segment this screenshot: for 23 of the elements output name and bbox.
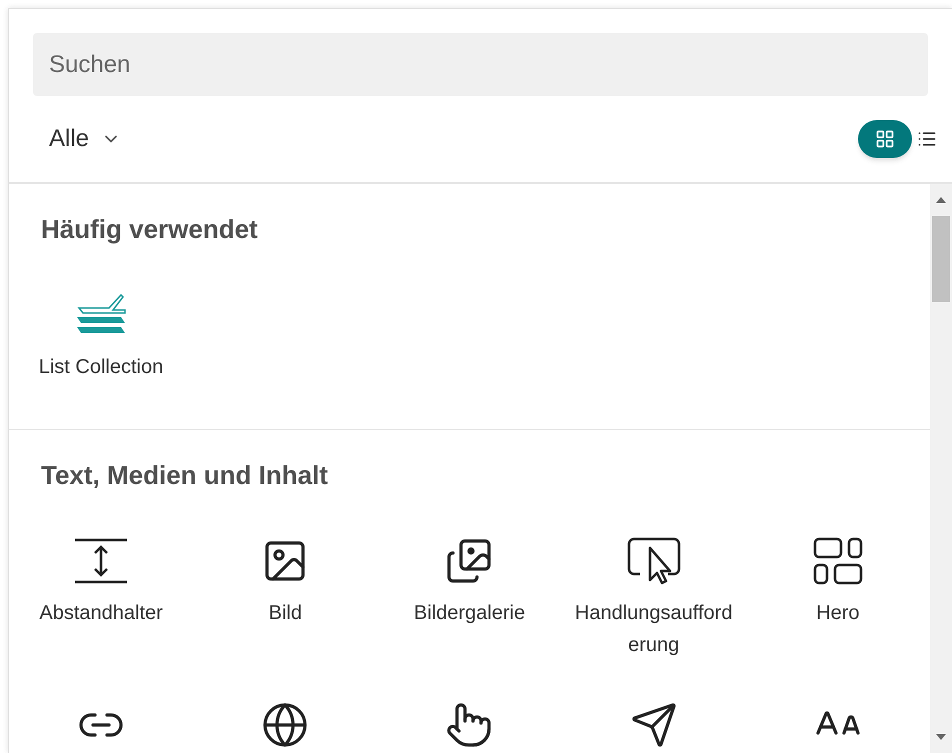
scroll-up-icon[interactable]	[936, 196, 946, 204]
webpart-label[interactable]: List Collection	[38, 351, 164, 383]
grid-icon	[875, 129, 895, 149]
search-field[interactable]: Suchen	[33, 33, 928, 96]
scrollbar-thumb[interactable]	[932, 216, 950, 302]
cursor-box-icon	[626, 536, 682, 586]
grid-view-button[interactable]	[858, 120, 912, 158]
hand-icon	[445, 701, 494, 749]
globe-icon	[261, 701, 310, 749]
filter-dropdown[interactable]: Alle	[33, 121, 122, 157]
images-icon	[445, 537, 494, 585]
scrollbar[interactable]	[930, 184, 952, 753]
layout-blocks-icon	[812, 537, 863, 585]
scroll-down-icon[interactable]	[936, 733, 946, 741]
webpart-label[interactable]: Bildergalerie	[414, 597, 526, 629]
paper-plane-icon	[630, 701, 678, 749]
webpart-label[interactable]: Bild	[268, 597, 302, 629]
section-heading: Text, Medien und Inhalt	[40, 459, 329, 492]
section-heading: Häufig verwendet	[40, 213, 259, 246]
webpart-label[interactable]: Handlungsaufforderung	[574, 597, 734, 661]
spacer-icon	[74, 538, 128, 584]
webpart-label[interactable]: Abstandhalter	[39, 597, 163, 629]
webpart-label[interactable]: Hero	[816, 597, 860, 629]
